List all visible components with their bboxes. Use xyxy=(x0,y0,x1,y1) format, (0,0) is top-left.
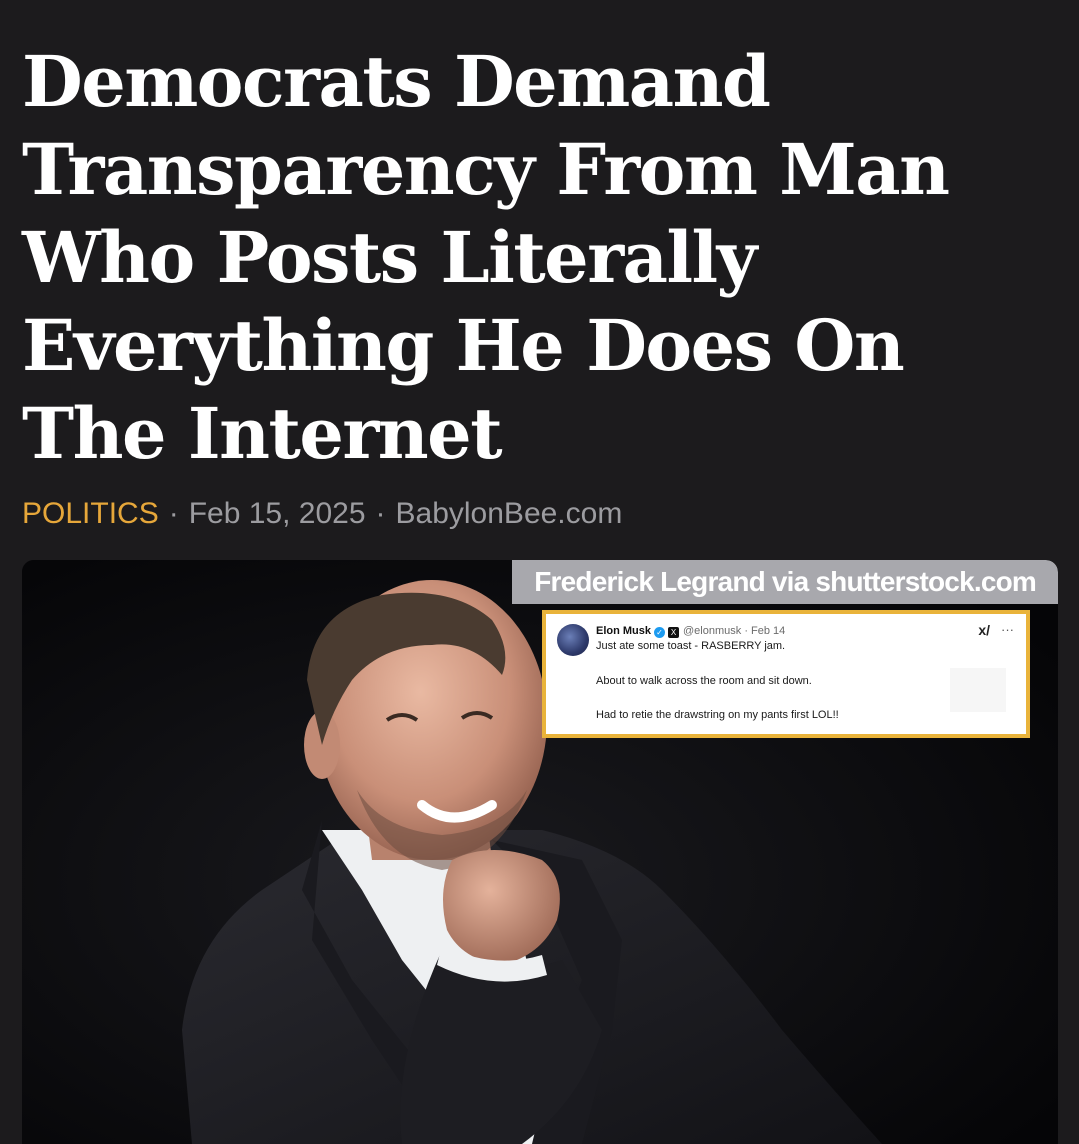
avatar xyxy=(557,624,589,656)
tweet-handle: @elonmusk · Feb 14 xyxy=(683,625,786,637)
photo-credit: Frederick Legrand via shutterstock.com xyxy=(512,560,1058,604)
tweet-header: Elon Musk ✓ X @elonmusk · Feb 14 xyxy=(596,624,785,638)
more-options-icon: ··· xyxy=(1001,622,1014,637)
tweet-media-thumbnail xyxy=(950,668,1006,712)
article-card[interactable]: Democrats Demand Transparency From Man W… xyxy=(0,0,1079,1144)
tweet-text-line: Had to retie the drawstring on my pants … xyxy=(596,709,839,721)
tweet-text-line: Just ate some toast - RASBERRY jam. xyxy=(596,640,786,652)
meta-separator: · xyxy=(375,497,386,530)
grok-icon: x/ xyxy=(978,622,990,638)
source-site[interactable]: BabylonBee.com xyxy=(396,497,623,530)
hero-image[interactable]: Frederick Legrand via shutterstock.com E… xyxy=(22,560,1058,1144)
article-meta: POLITICS · Feb 15, 2025 · BabylonBee.com xyxy=(22,494,622,534)
tweet-card: Elon Musk ✓ X @elonmusk · Feb 14 x/ ··· Jus… xyxy=(542,610,1030,738)
category-link[interactable]: POLITICS xyxy=(22,497,159,530)
meta-separator: · xyxy=(168,497,179,530)
publish-date: Feb 15, 2025 xyxy=(188,497,366,530)
tweet-text-line: About to walk across the room and sit do… xyxy=(596,675,812,687)
x-logo-icon: X xyxy=(668,627,680,638)
verified-badge-icon: ✓ xyxy=(654,627,666,638)
article-headline[interactable]: Democrats Demand Transparency From Man W… xyxy=(22,38,1062,478)
tweet-author-name: Elon Musk xyxy=(596,625,652,637)
